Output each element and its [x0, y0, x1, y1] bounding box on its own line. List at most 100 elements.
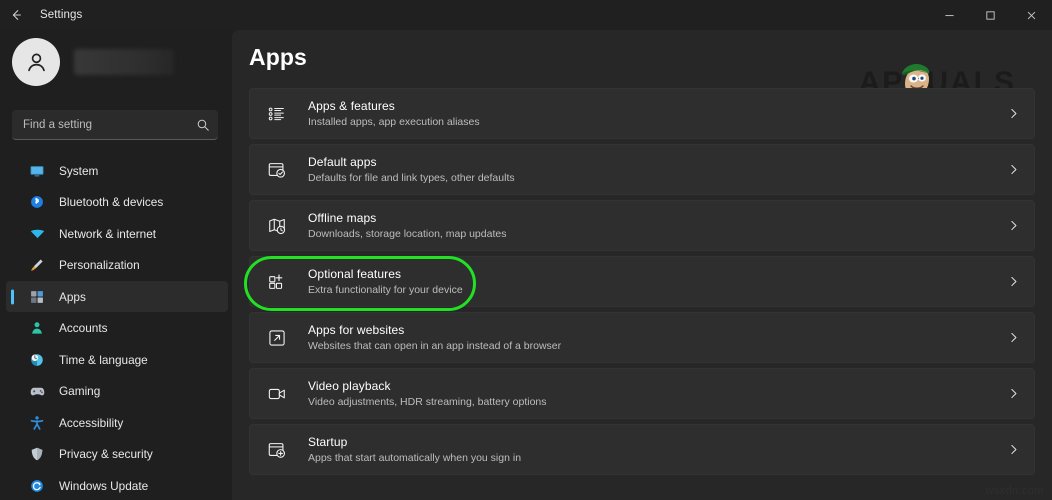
- card-subtitle: Defaults for file and link types, other …: [308, 171, 1007, 185]
- sidebar-item-label: Apps: [59, 290, 86, 304]
- sidebar-item-label: Accounts: [59, 321, 108, 335]
- accessibility-icon: [28, 414, 46, 432]
- sidebar-item-privacy-security[interactable]: Privacy & security: [6, 439, 228, 470]
- clock-globe-icon: [28, 351, 46, 369]
- external-link-box-icon: [266, 327, 288, 349]
- card-subtitle: Websites that can open in an app instead…: [308, 339, 1007, 353]
- card-title: Optional features: [308, 267, 1007, 282]
- card-text: Optional features Extra functionality fo…: [308, 267, 1007, 297]
- sidebar-item-bluetooth-devices[interactable]: Bluetooth & devices: [6, 187, 228, 218]
- card-subtitle: Extra functionality for your device: [308, 283, 1007, 297]
- search-icon: [196, 118, 210, 132]
- window-controls: [929, 0, 1052, 30]
- search-placeholder: Find a setting: [23, 119, 196, 131]
- card-video-playback[interactable]: Video playback Video adjustments, HDR st…: [249, 368, 1035, 419]
- sidebar-item-label: System: [59, 164, 98, 178]
- card-subtitle: Video adjustments, HDR streaming, batter…: [308, 395, 1007, 409]
- settings-card-list: Apps & features Installed apps, app exec…: [249, 88, 1035, 480]
- title-bar: Settings: [0, 0, 1052, 30]
- settings-window: Settings: [0, 0, 1052, 500]
- window-title: Settings: [40, 9, 82, 21]
- video-camera-icon: [266, 383, 288, 405]
- footer-watermark: wsxdn.com: [985, 485, 1044, 497]
- sidebar-item-label: Personalization: [59, 258, 140, 272]
- close-button[interactable]: [1011, 0, 1052, 30]
- paintbrush-icon: [28, 256, 46, 274]
- avatar: [12, 38, 60, 86]
- card-title: Startup: [308, 435, 1007, 450]
- wifi-icon: [28, 225, 46, 243]
- sidebar-item-windows-update[interactable]: Windows Update: [6, 470, 228, 500]
- sidebar-item-accounts[interactable]: Accounts: [6, 313, 228, 344]
- card-startup[interactable]: Startup Apps that start automatically wh…: [249, 424, 1035, 475]
- bluetooth-icon: [28, 193, 46, 211]
- chevron-right-icon: [1007, 387, 1020, 400]
- sidebar: Find a setting System: [0, 30, 232, 500]
- monitor-icon: [28, 162, 46, 180]
- back-button[interactable]: [0, 0, 32, 30]
- user-avatar-icon: [23, 49, 50, 76]
- card-subtitle: Apps that start automatically when you s…: [308, 451, 1007, 465]
- sidebar-item-accessibility[interactable]: Accessibility: [6, 407, 228, 438]
- chevron-right-icon: [1007, 275, 1020, 288]
- sidebar-item-time-language[interactable]: Time & language: [6, 344, 228, 375]
- sidebar-item-label: Bluetooth & devices: [59, 195, 163, 209]
- page-title: Apps: [249, 44, 307, 71]
- card-text: Apps & features Installed apps, app exec…: [308, 99, 1007, 129]
- maximize-icon: [985, 10, 996, 21]
- sidebar-item-network-internet[interactable]: Network & internet: [6, 218, 228, 249]
- sidebar-item-label: Windows Update: [59, 479, 148, 493]
- chevron-right-icon: [1007, 331, 1020, 344]
- person-icon: [28, 319, 46, 337]
- close-icon: [1026, 10, 1037, 21]
- sidebar-item-label: Accessibility: [59, 416, 123, 430]
- sidebar-item-label: Network & internet: [59, 227, 156, 241]
- card-apps-and-features[interactable]: Apps & features Installed apps, app exec…: [249, 88, 1035, 139]
- card-text: Default apps Defaults for file and link …: [308, 155, 1007, 185]
- window-plus-icon: [266, 439, 288, 461]
- back-arrow-icon: [9, 8, 23, 22]
- card-subtitle: Downloads, storage location, map updates: [308, 227, 1007, 241]
- window-check-icon: [266, 159, 288, 181]
- search-input[interactable]: Find a setting: [12, 110, 218, 140]
- shield-icon: [28, 445, 46, 463]
- card-title: Apps & features: [308, 99, 1007, 114]
- chevron-right-icon: [1007, 219, 1020, 232]
- sidebar-nav: System Bluetooth & devices Network: [6, 155, 228, 500]
- sidebar-item-label: Privacy & security: [59, 447, 153, 461]
- gamepad-icon: [28, 382, 46, 400]
- card-title: Offline maps: [308, 211, 1007, 226]
- card-text: Apps for websites Websites that can open…: [308, 323, 1007, 353]
- card-text: Video playback Video adjustments, HDR st…: [308, 379, 1007, 409]
- chevron-right-icon: [1007, 107, 1020, 120]
- chevron-right-icon: [1007, 163, 1020, 176]
- minimize-button[interactable]: [929, 0, 970, 30]
- card-text: Offline maps Downloads, storage location…: [308, 211, 1007, 241]
- sidebar-item-apps[interactable]: Apps: [6, 281, 228, 312]
- card-optional-features[interactable]: Optional features Extra functionality fo…: [249, 256, 1035, 307]
- card-title: Apps for websites: [308, 323, 1007, 338]
- card-title: Video playback: [308, 379, 1007, 394]
- bulleted-list-icon: [266, 103, 288, 125]
- grid-plus-icon: [266, 271, 288, 293]
- card-subtitle: Installed apps, app execution aliases: [308, 115, 1007, 129]
- sidebar-item-gaming[interactable]: Gaming: [6, 376, 228, 407]
- maximize-button[interactable]: [970, 0, 1011, 30]
- update-refresh-icon: [28, 477, 46, 495]
- sidebar-item-personalization[interactable]: Personalization: [6, 250, 228, 281]
- sidebar-item-label: Time & language: [59, 353, 148, 367]
- sidebar-item-system[interactable]: System: [6, 155, 228, 186]
- minimize-icon: [944, 10, 955, 21]
- card-default-apps[interactable]: Default apps Defaults for file and link …: [249, 144, 1035, 195]
- main-content: Apps APPUALS: [232, 30, 1052, 500]
- account-name-redacted: [74, 49, 174, 75]
- card-title: Default apps: [308, 155, 1007, 170]
- account-block[interactable]: [12, 38, 174, 86]
- card-apps-for-websites[interactable]: Apps for websites Websites that can open…: [249, 312, 1035, 363]
- map-clock-icon: [266, 215, 288, 237]
- chevron-right-icon: [1007, 443, 1020, 456]
- card-offline-maps[interactable]: Offline maps Downloads, storage location…: [249, 200, 1035, 251]
- apps-grid-icon: [28, 288, 46, 306]
- sidebar-item-label: Gaming: [59, 384, 100, 398]
- card-text: Startup Apps that start automatically wh…: [308, 435, 1007, 465]
